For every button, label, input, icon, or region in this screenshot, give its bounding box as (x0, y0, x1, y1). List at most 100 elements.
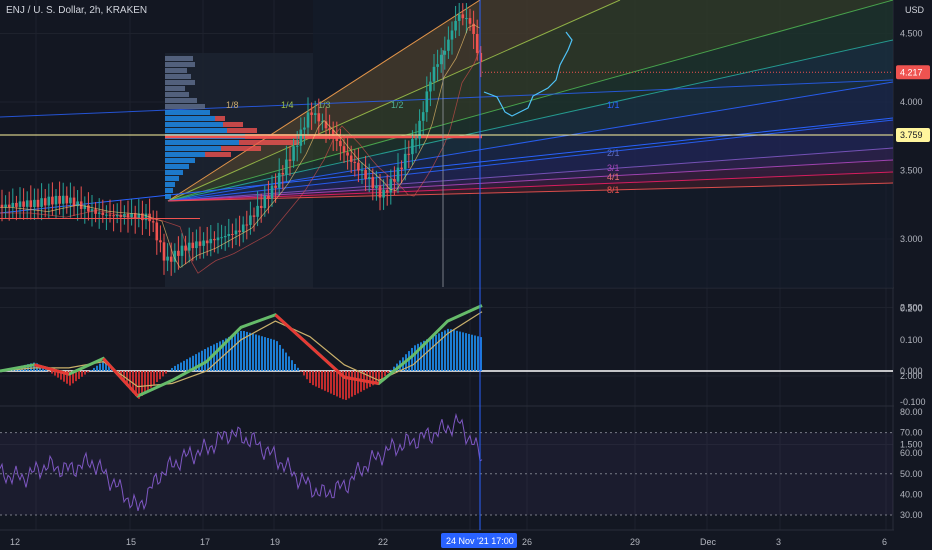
candle-body (267, 195, 270, 199)
macd-histogram-bar (237, 332, 239, 371)
price-tick-label: 3.000 (900, 234, 923, 244)
candle-body (108, 214, 112, 216)
candle-body (112, 215, 115, 217)
macd-histogram-bar (459, 331, 461, 371)
candle-body (4, 204, 7, 208)
candle-body (155, 222, 159, 241)
candle-body (335, 136, 339, 141)
macd-histogram-bar (435, 334, 437, 371)
time-tick-label: 26 (522, 537, 532, 547)
macd-histogram-bar (300, 371, 302, 372)
macd-histogram-bar (234, 333, 236, 371)
macd-histogram-bar (213, 344, 215, 371)
macd-histogram-bar (156, 371, 158, 383)
macd-histogram-bar (288, 356, 290, 371)
macd-histogram-bar (177, 364, 179, 371)
volume-profile-bar (165, 164, 189, 169)
candle-body (47, 196, 51, 206)
macd-histogram-bar (291, 360, 293, 371)
volume-profile-bar (165, 194, 171, 199)
candle-body (292, 146, 295, 161)
macd-histogram-bar (78, 371, 80, 379)
macd-histogram-bar (249, 332, 251, 371)
candle-body (425, 91, 429, 113)
macd-histogram-bar (438, 333, 440, 371)
volume-profile-bar (165, 56, 193, 61)
macd-histogram-bar (357, 371, 359, 394)
candle-body (29, 200, 33, 208)
candle-body (364, 169, 367, 180)
candle-body (180, 245, 184, 256)
candle-body (51, 196, 54, 205)
candle-body (371, 177, 375, 188)
candle-body (418, 120, 421, 139)
candle-body (313, 113, 317, 115)
candle-body (346, 152, 349, 156)
macd-histogram-bar (270, 338, 272, 371)
candle-body (94, 209, 97, 214)
macd-histogram-bar (51, 371, 53, 374)
candle-body (342, 146, 346, 153)
time-tick-label: 15 (126, 537, 136, 547)
candle-body (317, 113, 321, 122)
candle-body (270, 185, 274, 199)
candle-body (281, 173, 285, 175)
candle-body (306, 112, 310, 128)
macd-histogram-bar (411, 347, 413, 371)
volume-profile-bar-sell (239, 140, 299, 145)
candle-body (202, 240, 205, 246)
candle-body (195, 241, 198, 249)
candle-body (191, 242, 195, 249)
macd-histogram-bar (303, 371, 305, 376)
candle-body (227, 234, 231, 237)
macd-histogram-bar (453, 329, 455, 371)
candle-body (61, 195, 65, 204)
time-tick-label: 29 (630, 537, 640, 547)
volume-profile-bar (165, 116, 215, 121)
macd-histogram-bar (171, 368, 173, 371)
volume-profile-bar (165, 182, 175, 187)
volume-profile-bar-sell (221, 146, 261, 151)
macd-histogram-bar (447, 328, 449, 371)
candle-body (339, 140, 342, 147)
last-price-value: 4.217 (900, 67, 923, 77)
macd-histogram-bar (258, 335, 260, 371)
candle-body (97, 212, 101, 214)
symbol-title[interactable]: ENJ / U. S. Dollar, 2h, KRAKEN (6, 5, 147, 16)
currency-label: USD (905, 5, 925, 15)
volume-profile-bar (165, 158, 195, 163)
candle-body (205, 240, 209, 244)
volume-profile-bar (165, 170, 183, 175)
volume-profile-bar (165, 92, 189, 97)
macd-histogram-bar (81, 371, 83, 377)
time-tick-label: 17 (200, 537, 210, 547)
macd-histogram-bar (273, 339, 275, 371)
candle-body (400, 167, 403, 170)
fan-label: 4/1 (607, 172, 620, 182)
macd-histogram-bar (474, 335, 476, 371)
macd-histogram-bar (174, 365, 176, 371)
candle-body (295, 145, 299, 147)
macd-line-falling (274, 313, 311, 348)
macd-histogram-bar (285, 352, 287, 371)
macd-tick-label: 0.100 (900, 335, 923, 345)
macd-histogram-bar (456, 330, 458, 371)
trading-chart[interactable]: 1/81/41/31/21/12/13/14/18/1 5.0004.5004.… (0, 0, 932, 550)
rsi-tick-label: 60.00 (900, 448, 923, 458)
macd-tick-label: 0.200 (900, 304, 923, 314)
candle-body (65, 195, 69, 204)
macd-histogram-bar (324, 371, 326, 391)
gann-fan[interactable]: 1/8 1/4 1/3 1/2 1/12/13/14/18/1 (0, 0, 894, 214)
candle-body (263, 195, 267, 209)
candle-body (396, 167, 400, 182)
macd-histogram-bar (87, 371, 89, 373)
macd-histogram-bar (180, 362, 182, 371)
candle-body (475, 33, 479, 53)
macd-histogram-bar (255, 334, 257, 371)
time-tick-label: 6 (882, 537, 887, 547)
candle-body (277, 173, 281, 188)
candle-body (385, 190, 389, 193)
macd-histogram-bar (252, 333, 254, 371)
rsi-tick-label: 80.00 (900, 407, 923, 417)
candle-body (465, 18, 468, 20)
